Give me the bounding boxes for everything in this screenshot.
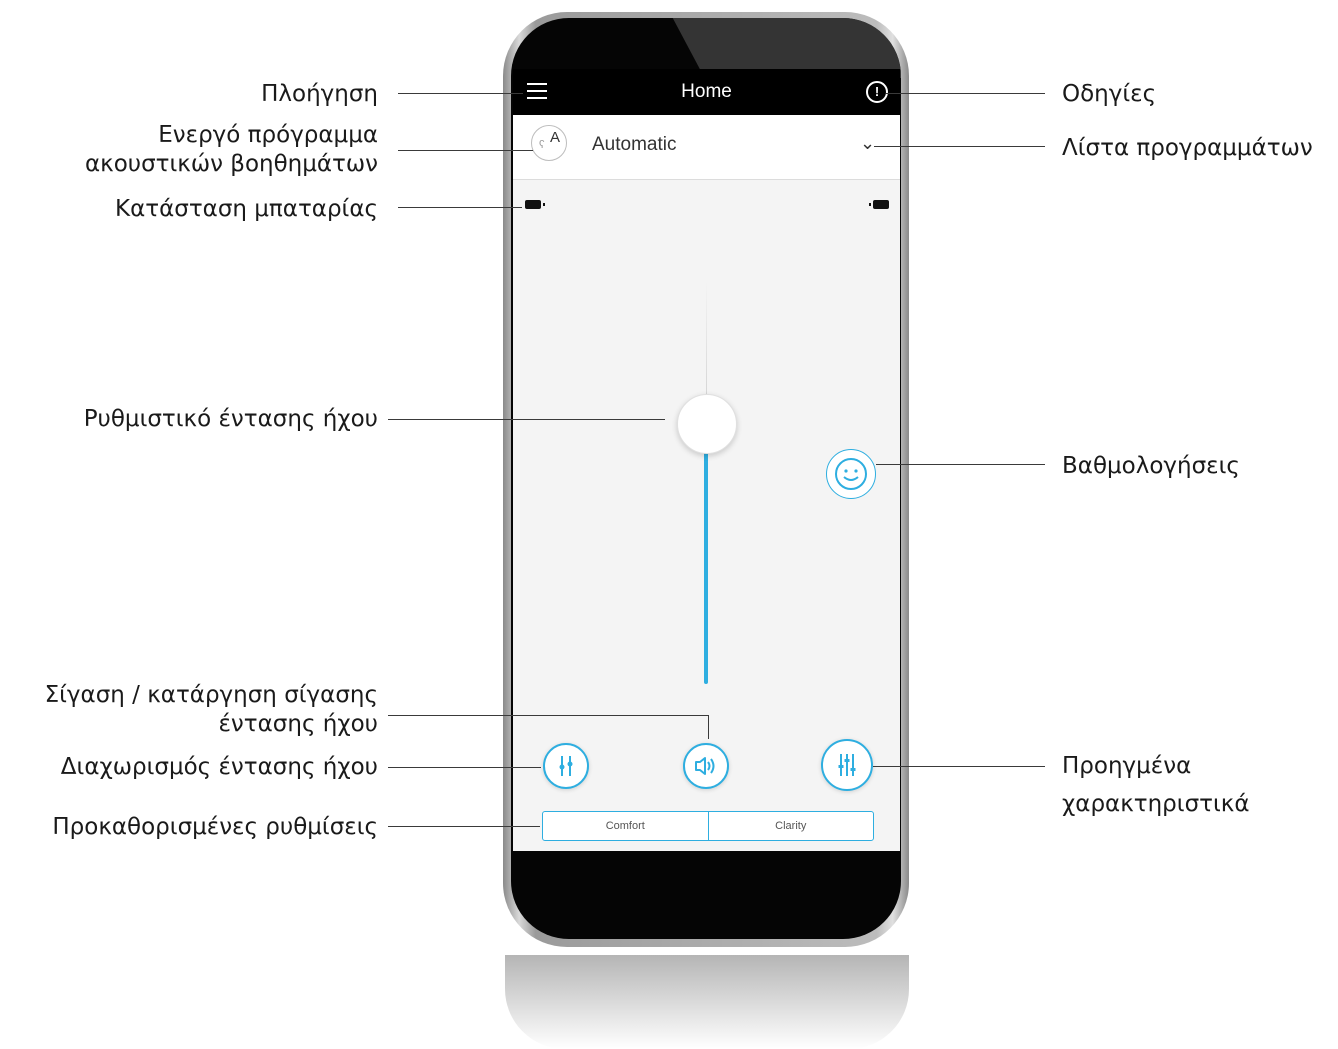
leader-battery (398, 207, 522, 208)
battery-right-icon (869, 200, 889, 209)
volume-slider-track (706, 281, 707, 401)
battery-left-icon (525, 200, 545, 209)
app-screen: Home ! ʕ A Automatic ⌄ Comfort Clarity (513, 69, 900, 851)
callout-active-program-2: ακουστικών βοηθημάτων (84, 151, 378, 177)
split-volume-button[interactable] (543, 743, 589, 789)
advanced-features-button[interactable] (821, 739, 873, 791)
callout-mute-2: έντασης ήχου (218, 711, 379, 737)
speaker-icon (695, 757, 715, 775)
preset-selector: Comfort Clarity (542, 811, 874, 841)
leader-instructions (886, 93, 1045, 94)
program-selector[interactable]: ʕ A Automatic ⌄ (513, 115, 900, 180)
rating-button[interactable] (826, 449, 876, 499)
program-name: Automatic (592, 134, 677, 155)
volume-slider-knob[interactable] (677, 394, 737, 454)
leader-advanced (873, 766, 1045, 767)
volume-slider-fill (704, 444, 708, 684)
callout-advanced-1: Προηγμένα (1062, 753, 1192, 779)
top-bar: Home ! (513, 69, 900, 115)
callout-battery: Κατάσταση μπαταρίας (115, 196, 378, 222)
leader-volume-slider (388, 419, 665, 420)
callout-navigation: Πλοήγηση (261, 81, 378, 107)
callout-split-volume: Διαχωρισμός έντασης ήχου (60, 754, 378, 780)
leader-navigation (398, 93, 523, 94)
preset-comfort[interactable]: Comfort (543, 812, 708, 840)
callout-active-program-1: Ενεργό πρόγραμμα (158, 122, 378, 148)
leader-presets (388, 826, 540, 827)
page-title: Home (681, 81, 732, 102)
callout-program-list: Λίστα προγραμμάτων (1062, 135, 1313, 161)
split-sliders-icon (559, 756, 573, 776)
chevron-down-icon[interactable]: ⌄ (860, 133, 875, 154)
mute-button[interactable] (683, 743, 729, 789)
exclamation-circle-icon[interactable]: ! (866, 81, 888, 103)
hearing-aid-program-icon: ʕ A (531, 125, 567, 161)
leader-split-volume (388, 767, 541, 768)
leader-mute (388, 715, 709, 716)
equalizer-icon (838, 754, 856, 776)
leader-active-program (398, 150, 533, 151)
leader-ratings (876, 464, 1045, 465)
callout-instructions: Οδηγίες (1062, 81, 1157, 107)
phone-reflection (505, 955, 909, 1049)
callout-mute-1: Σίγαση / κατάργηση σίγασης (44, 682, 378, 708)
leader-program-list (874, 146, 1045, 147)
preset-clarity[interactable]: Clarity (707, 812, 874, 840)
smiley-icon (835, 458, 867, 490)
callout-volume-slider: Ρυθμιστικό έντασης ήχου (83, 406, 378, 432)
callout-advanced-2: χαρακτηριστικά (1062, 791, 1250, 817)
callout-presets: Προκαθορισμένες ρυθμίσεις (52, 814, 378, 840)
callout-ratings: Βαθμολογήσεις (1062, 453, 1240, 479)
leader-mute-drop (708, 715, 709, 739)
